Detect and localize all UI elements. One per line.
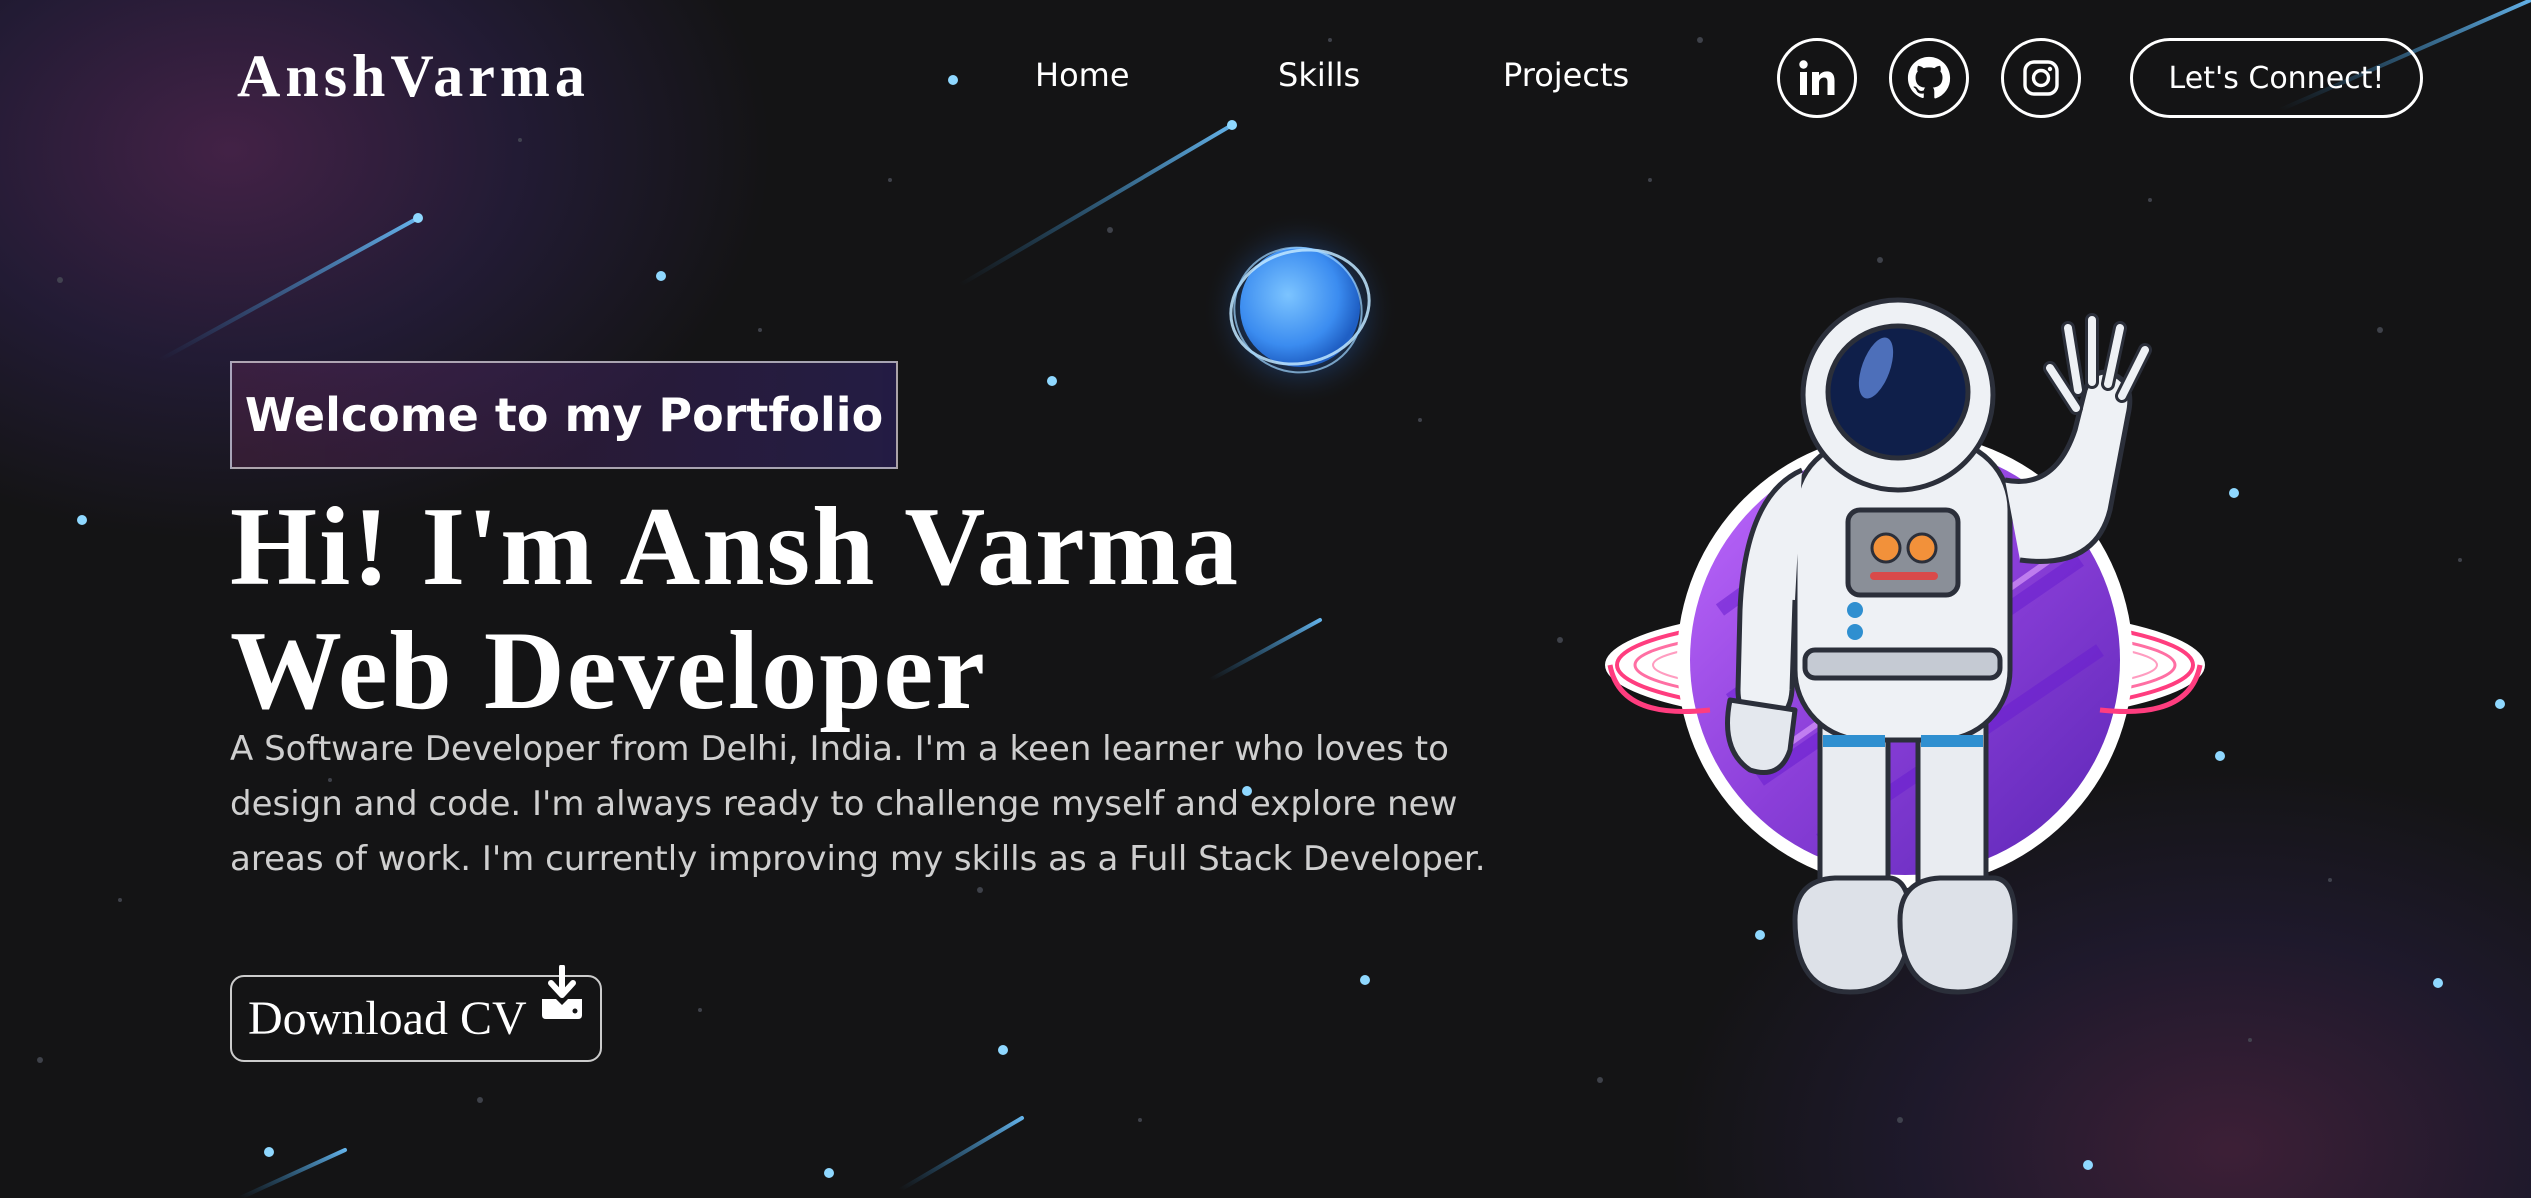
instagram-icon [2023, 60, 2059, 96]
glowing-orb-image [1202, 212, 1398, 408]
headline-line-2: Web Developer [230, 609, 987, 733]
astronaut-illustration [1605, 297, 2205, 995]
github-button[interactable] [1889, 38, 1969, 118]
download-icon [542, 965, 582, 1019]
hero-bio: A Software Developer from Delhi, India. … [230, 729, 1486, 879]
github-icon [1907, 56, 1951, 99]
nav-projects-link[interactable]: Projects [1503, 56, 1629, 94]
linkedin-button[interactable] [1777, 38, 1857, 118]
nav-skills-link[interactable]: Skills [1278, 56, 1360, 94]
linkedin-icon [1799, 60, 1835, 95]
headline-line-1: Hi! I'm Ansh Varma [230, 485, 1240, 609]
download-cv-button[interactable]: Download CV [230, 965, 602, 1062]
instagram-button[interactable] [2001, 38, 2081, 118]
hero-headline: Hi! I'm Ansh Varma Web Developer [230, 485, 1330, 733]
welcome-tagline: Welcome to my Portfolio [230, 361, 898, 469]
site-logo[interactable]: AnshVarma [237, 42, 590, 111]
download-cv-label: Download CV [248, 992, 527, 1045]
lets-connect-button[interactable]: Let's Connect! [2130, 38, 2423, 118]
nav-home-link[interactable]: Home [1035, 56, 1130, 94]
